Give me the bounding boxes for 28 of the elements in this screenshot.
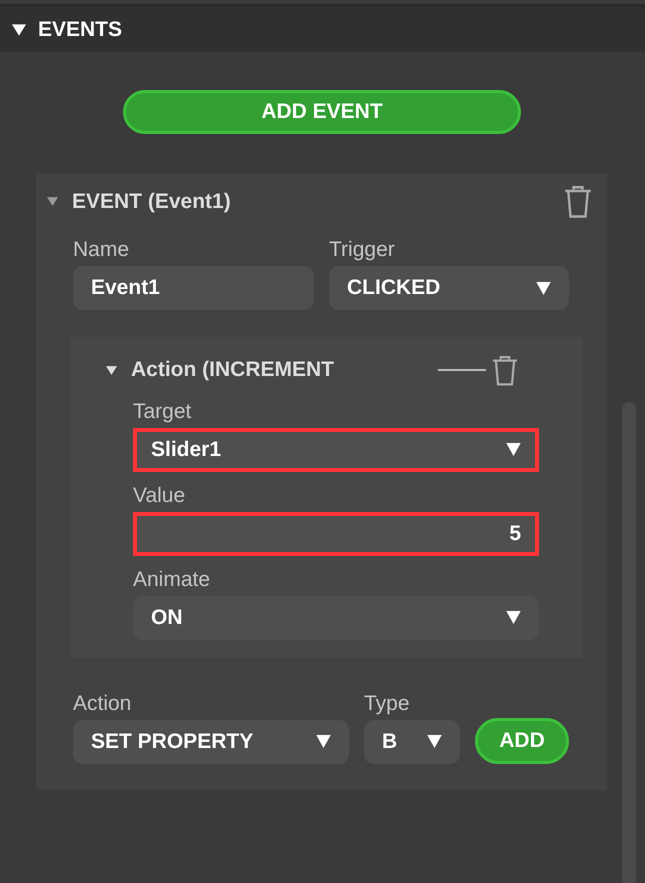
section-header[interactable]: EVENTS: [0, 4, 645, 52]
dropdown[interactable]: B: [364, 720, 460, 764]
dropdown-arrow-icon: [427, 735, 442, 748]
field-label: Action: [73, 692, 132, 716]
event-title: EVENT (Event1): [72, 190, 231, 214]
action-title: Action (INCREMENT: [131, 358, 334, 382]
dropdown[interactable]: CLICKED: [329, 266, 569, 310]
leader-line: [438, 369, 486, 372]
field-label: Trigger: [329, 238, 396, 262]
dropdown[interactable]: SET PROPERTY: [73, 720, 349, 764]
dropdown[interactable]: ON: [133, 596, 539, 640]
caret-icon[interactable]: [12, 22, 26, 36]
dropdown-arrow-icon: [506, 443, 521, 456]
field-label: Value: [133, 484, 186, 508]
trash-icon[interactable]: [491, 355, 519, 386]
trash-icon[interactable]: [563, 185, 593, 218]
field-label: Type: [364, 692, 411, 716]
field-label: Name: [73, 238, 130, 262]
caret-icon[interactable]: [106, 364, 117, 376]
dropdown-arrow-icon: [536, 282, 551, 294]
dropdown-arrow-icon: [506, 611, 521, 624]
dropdown-arrow-icon: [316, 735, 331, 748]
section-title: EVENTS: [38, 18, 122, 42]
value-field[interactable]: 5: [133, 512, 539, 556]
field-label: Target: [133, 400, 192, 424]
name-field[interactable]: Event1: [73, 266, 314, 310]
dropdown[interactable]: Slider1: [133, 428, 539, 472]
field-label: Animate: [133, 568, 212, 592]
